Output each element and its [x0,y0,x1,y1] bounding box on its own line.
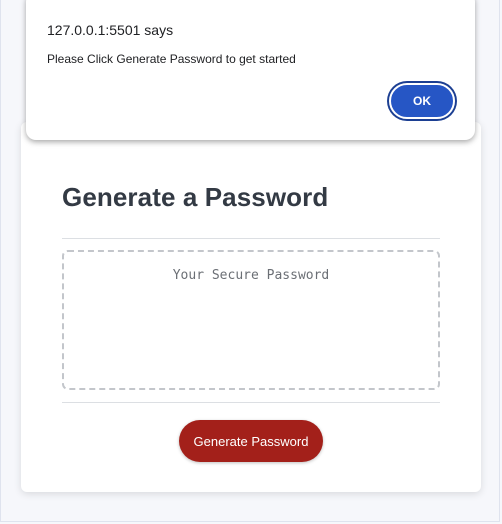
password-output[interactable] [62,250,440,390]
bottom-divider [62,402,440,403]
card-title: Generate a Password [62,182,329,212]
password-generator-card: Generate a Password Generate Password [21,122,481,492]
top-divider [62,238,440,239]
dialog-message: Please Click Generate Password to get st… [47,52,296,66]
dialog-origin: 127.0.0.1:5501 says [47,22,174,38]
alert-dialog: 127.0.0.1:5501 says Please Click Generat… [26,0,475,140]
generate-password-button[interactable]: Generate Password [179,420,323,462]
ok-button[interactable]: OK [389,83,455,119]
